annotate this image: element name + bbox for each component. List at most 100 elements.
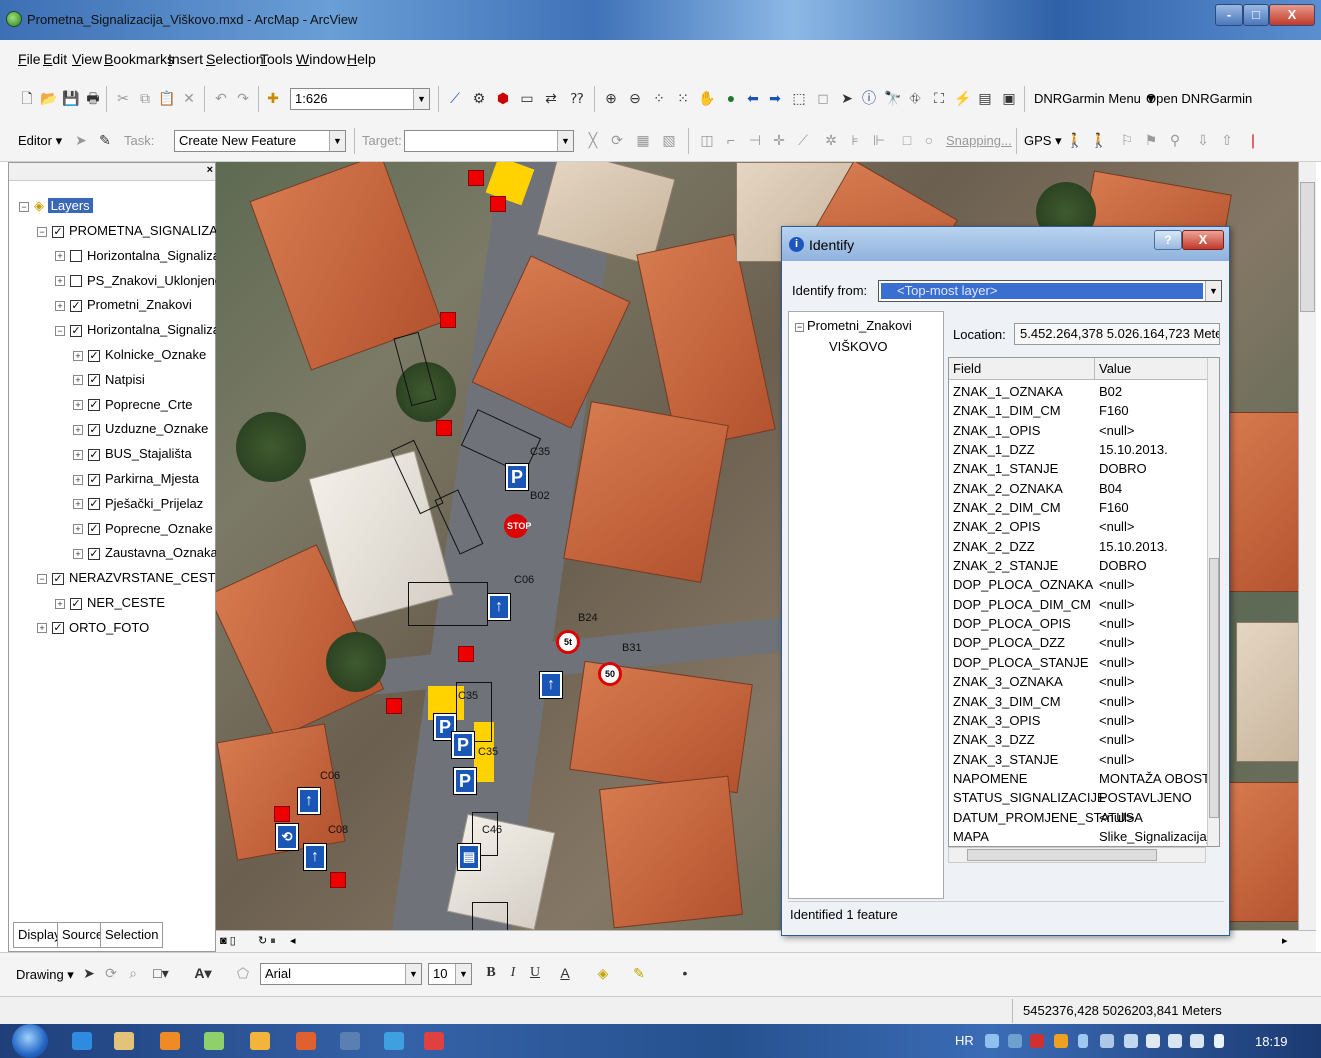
- attribute-row[interactable]: DOP_PLOCA_OZNAKA <null>: [949, 575, 1207, 594]
- roundabout-sign-icon[interactable]: ⟲: [275, 823, 299, 851]
- file-explorer-icon[interactable]: [114, 1032, 134, 1050]
- speed-limit-50-sign-icon[interactable]: 50: [598, 662, 622, 686]
- attribute-row[interactable]: ZNAK_1_OPIS <null>: [949, 421, 1207, 440]
- toc-layer-item[interactable]: + ✓ Prometni_Znakovi: [55, 295, 192, 315]
- add-data-icon[interactable]: ✚: [264, 89, 282, 107]
- expand-icon[interactable]: +: [55, 251, 65, 262]
- undo-icon[interactable]: ↶: [212, 89, 230, 107]
- close-icon[interactable]: ×: [207, 164, 213, 176]
- delete-icon[interactable]: ✕: [180, 89, 198, 107]
- menu-insert[interactable]: Insert: [168, 51, 203, 67]
- identify-icon[interactable]: ⓘ: [860, 89, 878, 107]
- layer-visibility-checkbox[interactable]: ✓: [52, 225, 64, 238]
- whats-this-icon[interactable]: ⁇: [568, 89, 586, 107]
- find-route-icon[interactable]: ⛗: [906, 89, 924, 107]
- clear-selection-icon[interactable]: ◻: [814, 89, 832, 107]
- attribute-row[interactable]: DOP_PLOCA_DZZ <null>: [949, 633, 1207, 652]
- layer-visibility-checkbox[interactable]: ✓: [88, 399, 100, 412]
- expand-icon[interactable]: +: [55, 598, 65, 609]
- copy-icon[interactable]: ⧉: [136, 89, 154, 107]
- command-line-icon[interactable]: ▭: [518, 89, 536, 107]
- battery-icon[interactable]: [1214, 1034, 1224, 1048]
- attribute-row[interactable]: ZNAK_1_DZZ 15.10.2013.: [949, 440, 1207, 459]
- toc-layer-item[interactable]: − ✓ PROMETNA_SIGNALIZACI: [37, 221, 231, 241]
- chrome-icon[interactable]: [296, 1032, 316, 1050]
- parking-sign-icon[interactable]: P: [505, 463, 529, 491]
- layer-visibility-checkbox[interactable]: [70, 250, 82, 263]
- attribute-row[interactable]: ZNAK_2_DZZ 15.10.2013.: [949, 537, 1207, 556]
- arctoolbox-red-icon[interactable]: ⬢: [494, 89, 512, 107]
- snapping-menu[interactable]: Snapping...: [946, 133, 1012, 148]
- app-icon[interactable]: [340, 1032, 360, 1050]
- gps-menu[interactable]: GPS ▾: [1024, 133, 1062, 149]
- toc-layers-root[interactable]: − ◈ Layers: [19, 196, 93, 216]
- back-extent-icon[interactable]: ⬅: [744, 89, 762, 107]
- column-header-field[interactable]: Field: [953, 361, 981, 376]
- gps-walk-grey-icon[interactable]: 🚶: [1090, 131, 1108, 149]
- identify-close-button[interactable]: X: [1182, 230, 1224, 250]
- zoom-in-icon[interactable]: ⊕: [602, 89, 620, 107]
- app-icon[interactable]: [204, 1032, 224, 1050]
- red-point-marker[interactable]: [458, 646, 474, 662]
- menu-bookmarks[interactable]: Bookmarks: [104, 51, 174, 67]
- layer-visibility-checkbox[interactable]: ✓: [88, 498, 100, 511]
- fixed-zoom-out-icon[interactable]: ⁙: [674, 89, 692, 107]
- red-point-marker[interactable]: [274, 806, 290, 822]
- expand-icon[interactable]: +: [73, 524, 83, 535]
- arcmap-taskbar-icon[interactable]: [384, 1032, 404, 1050]
- font-size-combo[interactable]: 10 ▼: [428, 963, 472, 985]
- tray-icon[interactable]: [1124, 1034, 1138, 1048]
- toc-layer-item[interactable]: − ✓ Horizontalna_Signaliza: [55, 320, 220, 340]
- model-builder-icon[interactable]: ⇄: [542, 89, 560, 107]
- layer-visibility-checkbox[interactable]: ✓: [88, 473, 100, 486]
- menu-window[interactable]: Window: [296, 51, 346, 67]
- collapse-icon[interactable]: −: [37, 573, 47, 584]
- toc-layer-item[interactable]: + ✓ Uzduzne_Oznake: [73, 419, 208, 439]
- edit-tool-icon[interactable]: ➤: [72, 131, 90, 149]
- layer-visibility-checkbox[interactable]: ✓: [70, 324, 82, 337]
- layer-visibility-checkbox[interactable]: ✓: [88, 374, 100, 387]
- attribute-row[interactable]: DATUM_PROMJENE_STATUSA <null>: [949, 808, 1207, 827]
- layer-visibility-checkbox[interactable]: ✓: [88, 448, 100, 461]
- stop-sign-icon[interactable]: STOP: [504, 514, 531, 538]
- arctoolbox-icon[interactable]: ⚙: [470, 89, 488, 107]
- attribute-row[interactable]: STATUS_SIGNALIZACIJE POSTAVLJENO: [949, 788, 1207, 807]
- full-extent-icon[interactable]: ●: [722, 89, 740, 107]
- parking-sign-icon[interactable]: P: [451, 731, 475, 759]
- red-point-marker[interactable]: [440, 312, 456, 328]
- gps-upload-icon[interactable]: ⇧: [1218, 131, 1236, 149]
- expand-icon[interactable]: +: [73, 474, 83, 485]
- save-icon[interactable]: 💾: [62, 89, 80, 107]
- toc-layer-item[interactable]: + ✓ Parkirna_Mjesta: [73, 469, 199, 489]
- bluetooth-icon[interactable]: [1078, 1034, 1088, 1048]
- internet-explorer-icon[interactable]: [72, 1032, 92, 1050]
- action-center-icon[interactable]: [1146, 1034, 1160, 1048]
- toc-layer-item[interactable]: + ✓ Poprecne_Oznake: [73, 519, 213, 539]
- fill-color-icon[interactable]: ◈: [594, 964, 612, 982]
- toc-layer-item[interactable]: + ✓ NER_CESTE: [55, 593, 165, 613]
- cross-tool-icon[interactable]: ✛: [770, 131, 788, 149]
- edit-vertices-icon[interactable]: ⬠: [234, 964, 252, 982]
- expand-icon[interactable]: +: [73, 350, 83, 361]
- red-point-marker[interactable]: [468, 170, 484, 186]
- find-binoculars-icon[interactable]: 🔭: [884, 89, 902, 107]
- circle-tool-icon[interactable]: ○: [920, 131, 938, 149]
- menu-file[interactable]: File: [18, 51, 41, 67]
- fixed-zoom-in-icon[interactable]: ⁘: [650, 89, 668, 107]
- minimize-button[interactable]: -: [1215, 4, 1243, 26]
- tree-layer-node[interactable]: − Prometni_Znakovi: [795, 318, 912, 333]
- attributes-vertical-scrollbar[interactable]: [1207, 358, 1219, 846]
- attribute-row[interactable]: ZNAK_2_OZNAKA B04: [949, 479, 1207, 498]
- identify-from-dropdown[interactable]: <Top-most layer> ▼: [878, 280, 1222, 302]
- one-way-arrow-sign-icon[interactable]: ↑: [487, 593, 511, 621]
- network-signal-icon[interactable]: [1168, 1034, 1182, 1048]
- identify-title-bar[interactable]: i Identify ? X: [782, 227, 1229, 261]
- layer-visibility-checkbox[interactable]: ✓: [70, 299, 82, 312]
- toc-layer-item[interactable]: − ✓ NERAZVRSTANE_CESTE: [37, 568, 224, 588]
- attribute-row[interactable]: DOP_PLOCA_OPIS <null>: [949, 614, 1207, 633]
- select-elements-icon[interactable]: ➤: [838, 89, 856, 107]
- expand-icon[interactable]: +: [73, 400, 83, 411]
- menu-view[interactable]: View: [72, 51, 102, 67]
- attribute-row[interactable]: ZNAK_1_STANJE DOBRO: [949, 459, 1207, 478]
- attribute-row[interactable]: ZNAK_3_DIM_CM <null>: [949, 692, 1207, 711]
